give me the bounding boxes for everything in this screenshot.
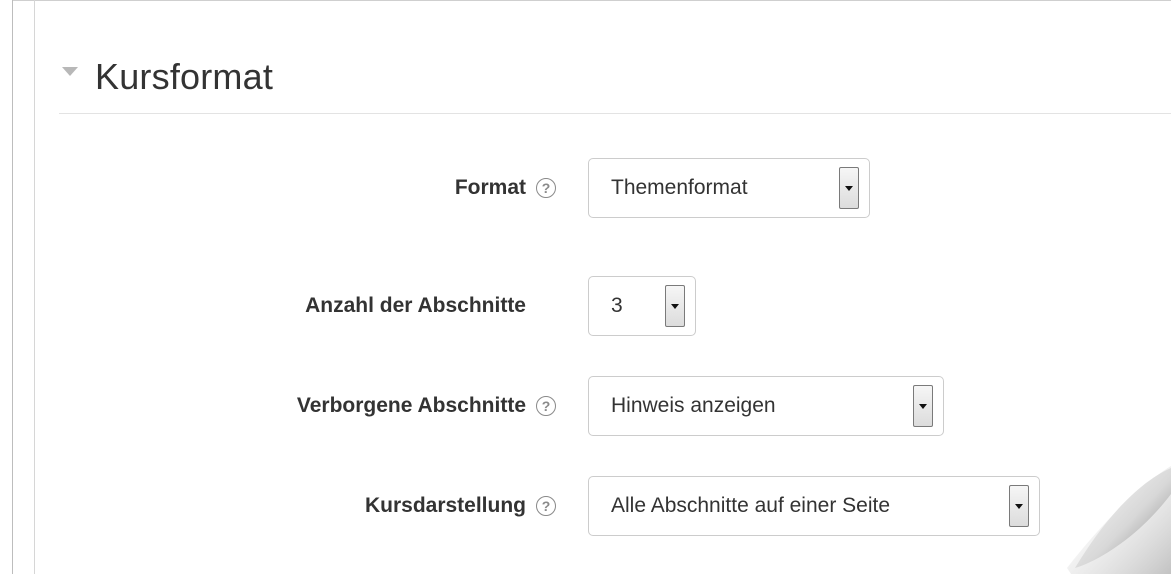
- form-row-section-count: Anzahl der Abschnitte 3: [0, 276, 1171, 336]
- hidden-sections-help-icon[interactable]: ?: [536, 396, 556, 416]
- section-header[interactable]: Kursformat: [62, 52, 273, 102]
- hidden-sections-select-value: Hinweis anzeigen: [611, 394, 776, 417]
- collapse-triangle-icon[interactable]: [62, 66, 78, 76]
- arrow-down-icon: [671, 303, 679, 309]
- section-count-dropdown-button[interactable]: [665, 285, 685, 327]
- panel-top-border: [12, 0, 1171, 1]
- arrow-down-icon: [1015, 503, 1023, 509]
- format-dropdown-button[interactable]: [839, 167, 859, 209]
- arrow-down-icon: [919, 403, 927, 409]
- course-layout-select[interactable]: Alle Abschnitte auf einer Seite: [588, 476, 1040, 536]
- form-row-hidden-sections: Verborgene Abschnitte ? Hinweis anzeigen: [0, 376, 1171, 436]
- format-label: Format ?: [455, 158, 556, 218]
- form-row-course-layout: Kursdarstellung ? Alle Abschnitte auf ei…: [0, 476, 1171, 536]
- course-layout-label: Kursdarstellung ?: [365, 476, 556, 536]
- section-count-select[interactable]: 3: [588, 276, 696, 336]
- course-layout-dropdown-button[interactable]: [1009, 485, 1029, 527]
- format-help-icon[interactable]: ?: [536, 178, 556, 198]
- arrow-down-icon: [845, 185, 853, 191]
- course-layout-select-value: Alle Abschnitte auf einer Seite: [611, 494, 891, 517]
- section-divider: [59, 113, 1171, 114]
- format-label-text: Format: [454, 176, 526, 199]
- hidden-sections-dropdown-button[interactable]: [913, 385, 933, 427]
- hidden-sections-select[interactable]: Hinweis anzeigen: [588, 376, 944, 436]
- hidden-sections-label-text: Verborgene Abschnitte: [296, 394, 526, 417]
- section-count-label-text: Anzahl der Abschnitte: [305, 294, 526, 317]
- section-count-select-value: 3: [611, 294, 623, 317]
- course-format-panel: Kursformat Format ? Themenformat Anzahl …: [0, 0, 1171, 574]
- course-layout-label-text: Kursdarstellung: [364, 494, 526, 517]
- section-title[interactable]: Kursformat: [95, 56, 273, 98]
- hidden-sections-label: Verborgene Abschnitte ?: [297, 376, 556, 436]
- course-layout-help-icon[interactable]: ?: [536, 496, 556, 516]
- page-curl-decoration: [1061, 464, 1171, 574]
- format-select[interactable]: Themenformat: [588, 158, 870, 218]
- format-select-value: Themenformat: [611, 176, 748, 199]
- section-count-label: Anzahl der Abschnitte: [305, 276, 556, 336]
- form-row-format: Format ? Themenformat: [0, 158, 1171, 218]
